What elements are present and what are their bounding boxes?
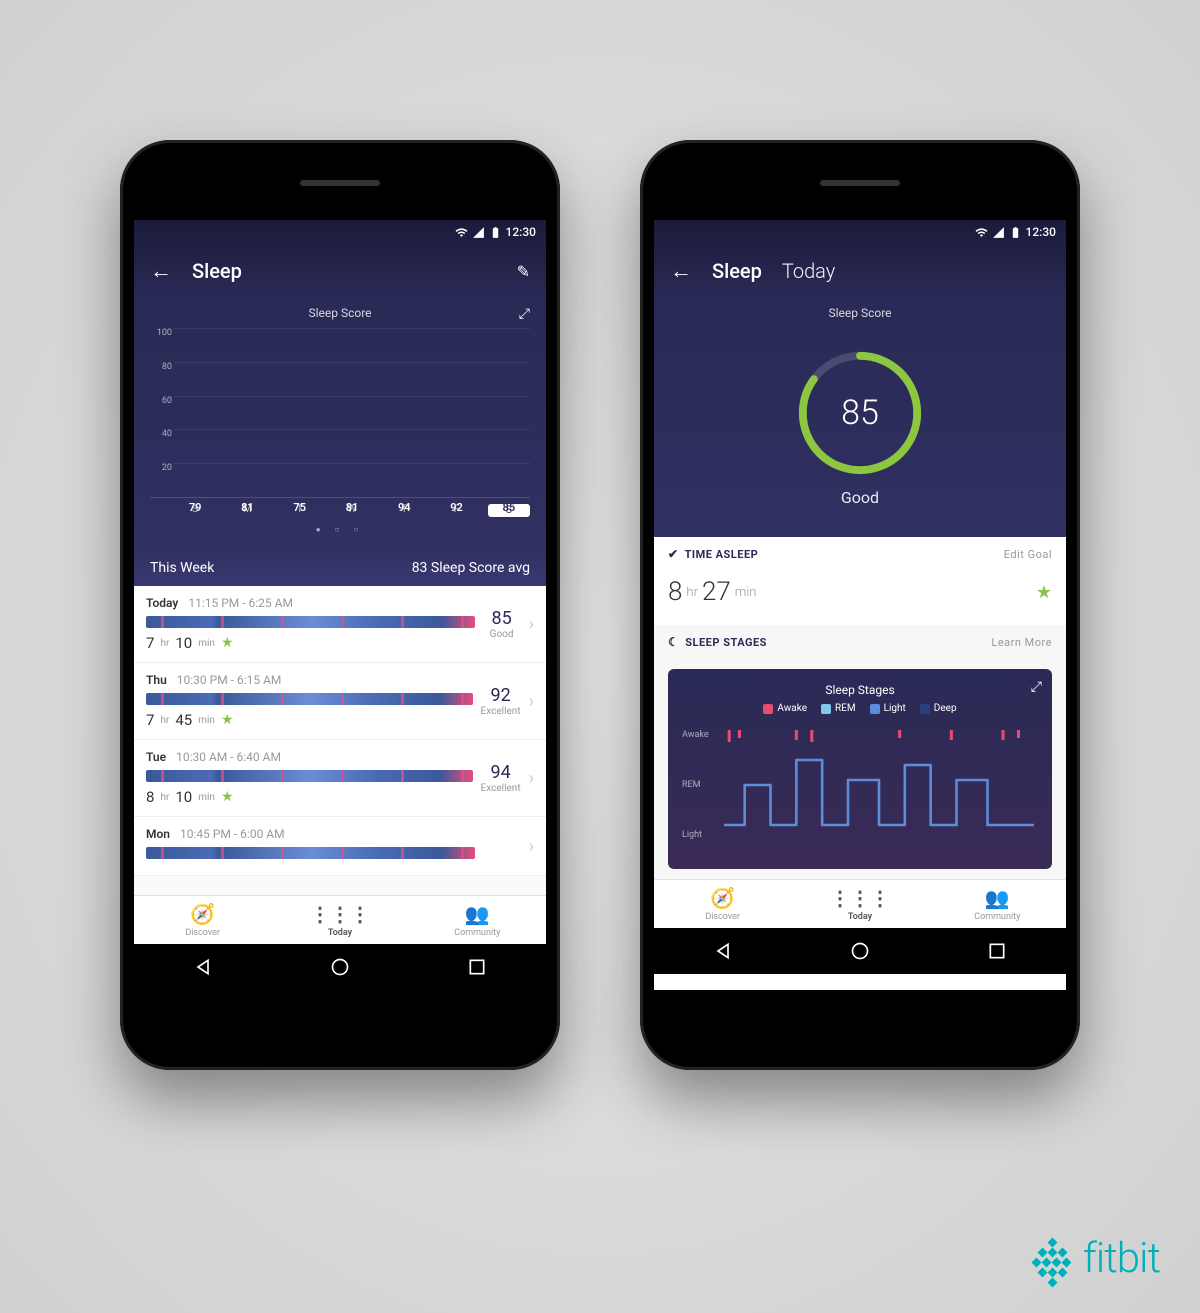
- people-icon: 👥: [465, 902, 490, 926]
- app-header: ← Sleep ✎: [134, 244, 546, 298]
- sleep-row[interactable]: Thu10:30 PM - 6:15 AM 7hr 45min ★ 92Exce…: [134, 663, 546, 740]
- fitbit-icon: ⋮⋮⋮: [310, 902, 370, 926]
- page-title: Sleep: [192, 259, 242, 283]
- page-subtitle: Today: [782, 259, 835, 283]
- hr-value: 8: [668, 577, 682, 607]
- nav-community[interactable]: 👥 Community: [929, 886, 1066, 922]
- bottom-nav: 🧭 Discover ⋮⋮⋮ Today 👥 Community: [134, 895, 546, 944]
- expand-icon[interactable]: ⤢: [519, 306, 530, 322]
- nav-today[interactable]: ⋮⋮⋮ Today: [271, 902, 408, 938]
- nav-recent-icon[interactable]: [987, 941, 1007, 961]
- sleep-row[interactable]: Mon10:45 PM - 6:00 AM ›: [134, 817, 546, 876]
- sleep-stages-bar: [146, 693, 473, 705]
- star-icon: ★: [221, 635, 234, 651]
- compass-icon: 🧭: [710, 886, 735, 910]
- time-asleep-section: ✔TIME ASLEEP Edit Goal 8 hr 27 min ★: [654, 537, 1066, 625]
- signal-icon: [992, 226, 1005, 239]
- time-asleep-label: TIME ASLEEP: [685, 548, 759, 561]
- sleep-score-chart: Sleep Score ⤢ 10080604020 79817581949285…: [134, 298, 546, 550]
- fitbit-dots-icon: [1033, 1239, 1073, 1279]
- week-avg: 83 Sleep Score avg: [412, 560, 530, 576]
- stages-header: SLEEP STAGES: [685, 636, 767, 649]
- expand-icon[interactable]: ⤢: [1031, 679, 1042, 695]
- wifi-icon: [455, 226, 468, 239]
- chart-title: Sleep Score: [150, 306, 530, 320]
- moon-icon: ☾: [668, 635, 679, 649]
- edit-goal-link[interactable]: Edit Goal: [1004, 548, 1052, 561]
- phone-sleep-today: 12:30 ← Sleep Today Sleep Score 85: [640, 140, 1080, 1070]
- nav-recent-icon[interactable]: [467, 957, 487, 977]
- bottom-nav: 🧭 Discover ⋮⋮⋮ Today 👥 Community: [654, 879, 1066, 928]
- battery-icon: [489, 226, 502, 239]
- stages-title: Sleep Stages: [682, 683, 1038, 697]
- page-dots: ● ○ ○: [150, 525, 530, 534]
- check-icon: ✔: [668, 547, 679, 561]
- nav-discover[interactable]: 🧭 Discover: [134, 902, 271, 938]
- score-panel: Sleep Score 85 Good: [654, 298, 1066, 537]
- score-title: Sleep Score: [670, 306, 1050, 320]
- score-rating: Good: [670, 488, 1050, 507]
- back-icon[interactable]: ←: [670, 258, 692, 284]
- star-icon: ★: [221, 712, 234, 728]
- chevron-right-icon: ›: [529, 768, 534, 789]
- chevron-right-icon: ›: [529, 836, 534, 857]
- nav-discover[interactable]: 🧭 Discover: [654, 886, 791, 922]
- nav-home-icon[interactable]: [330, 957, 350, 977]
- wifi-icon: [975, 226, 988, 239]
- clock: 12:30: [506, 225, 536, 239]
- week-summary-bar: This Week 83 Sleep Score avg: [134, 550, 546, 586]
- status-bar: 12:30: [654, 220, 1066, 244]
- fitbit-icon: ⋮⋮⋮: [830, 886, 890, 910]
- nav-back-icon[interactable]: [713, 941, 733, 961]
- learn-more-link[interactable]: Learn More: [991, 636, 1052, 649]
- score-ring: 85: [795, 348, 925, 478]
- stages-card[interactable]: ⤢ Sleep Stages Awake REM Light Deep Awak…: [668, 669, 1052, 869]
- signal-icon: [472, 226, 485, 239]
- nav-home-icon[interactable]: [850, 941, 870, 961]
- star-icon: ★: [1036, 582, 1052, 603]
- android-nav: [134, 944, 546, 990]
- sleep-stages-bar: [146, 616, 475, 628]
- nav-community[interactable]: 👥 Community: [409, 902, 546, 938]
- week-label: This Week: [150, 560, 214, 576]
- page-title: Sleep: [712, 259, 762, 283]
- android-nav: [654, 928, 1066, 974]
- battery-icon: [1009, 226, 1022, 239]
- star-icon: ★: [221, 789, 234, 805]
- brand-text: fitbit: [1083, 1234, 1160, 1283]
- chevron-right-icon: ›: [529, 691, 534, 712]
- nav-today[interactable]: ⋮⋮⋮ Today: [791, 886, 928, 922]
- back-icon[interactable]: ←: [150, 258, 172, 284]
- phone-sleep-week: 12:30 ← Sleep ✎ Sleep Score ⤢ 1008060402…: [120, 140, 560, 1070]
- status-bar: 12:30: [134, 220, 546, 244]
- compass-icon: 🧭: [190, 902, 215, 926]
- sleep-row[interactable]: Tue10:30 AM - 6:40 AM 8hr 10min ★ 94Exce…: [134, 740, 546, 817]
- sleep-list[interactable]: Today11:15 PM - 6:25 AM 7hr 10min ★ 85Go…: [134, 586, 546, 895]
- nav-back-icon[interactable]: [193, 957, 213, 977]
- sleep-stages-section: ☾ SLEEP STAGES Learn More ⤢ Sleep Stages …: [654, 625, 1066, 879]
- people-icon: 👥: [985, 886, 1010, 910]
- sleep-stages-bar: [146, 847, 475, 859]
- app-header: ← Sleep Today: [654, 244, 1066, 298]
- chevron-right-icon: ›: [529, 614, 534, 635]
- fitbit-logo: fitbit: [1033, 1234, 1160, 1283]
- stages-legend: Awake REM Light Deep: [682, 703, 1038, 714]
- sleep-stages-bar: [146, 770, 473, 782]
- min-value: 27: [702, 577, 731, 607]
- sleep-row[interactable]: Today11:15 PM - 6:25 AM 7hr 10min ★ 85Go…: [134, 586, 546, 663]
- clock: 12:30: [1026, 225, 1056, 239]
- edit-icon[interactable]: ✎: [517, 262, 530, 281]
